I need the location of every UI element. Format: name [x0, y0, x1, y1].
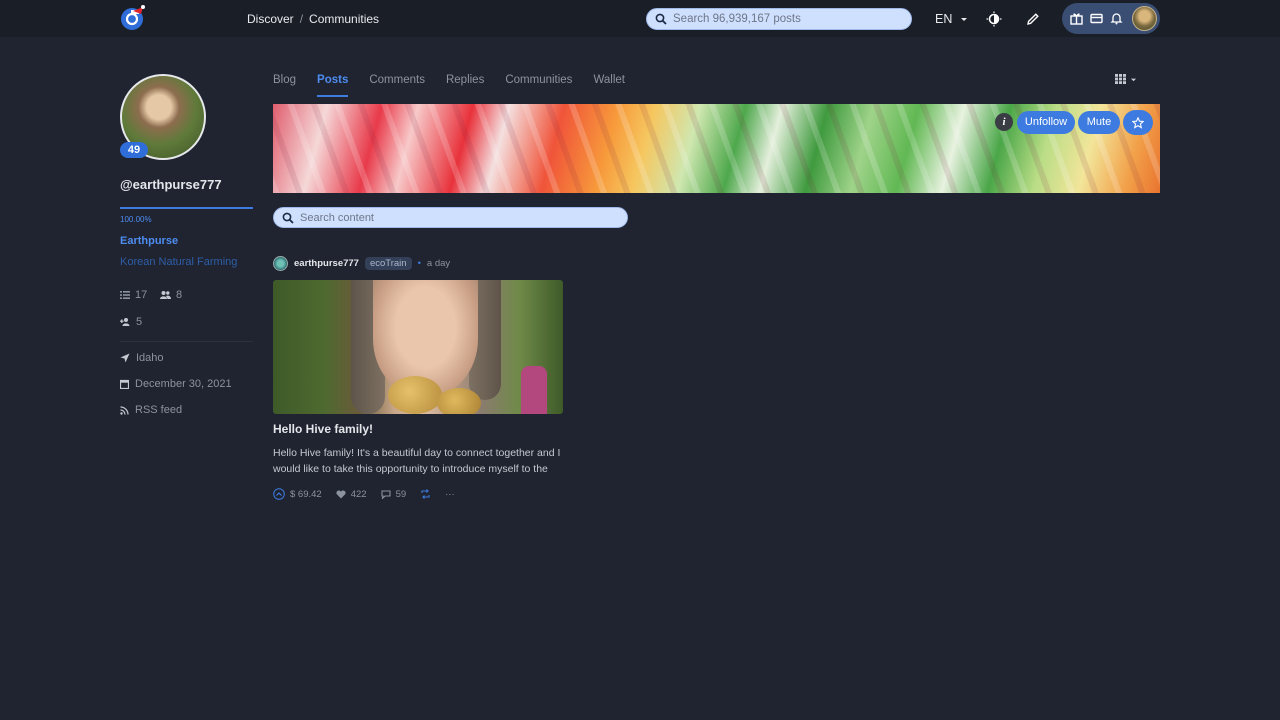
heart-icon: [336, 489, 346, 498]
profile-location: Idaho: [120, 352, 164, 364]
grid-icon: [1115, 74, 1126, 84]
comments-count: 59: [395, 488, 407, 500]
posts-count: 17: [135, 289, 148, 301]
following-stat[interactable]: 5: [120, 316, 142, 328]
breadcrumb-separator: /: [299, 12, 304, 26]
hive-logo-icon[interactable]: [119, 4, 147, 32]
separator-dot: •: [417, 258, 421, 269]
followers-count: 8: [176, 289, 183, 301]
global-search-box[interactable]: [646, 8, 912, 30]
list-icon: [120, 291, 130, 299]
voting-power-value: 100.00%: [120, 215, 152, 224]
top-bar: Discover / Communities EN: [0, 0, 1280, 37]
breadcrumb: Discover / Communities: [247, 12, 379, 26]
following-count: 5: [136, 316, 143, 328]
star-icon: [1132, 116, 1144, 129]
followers-stat[interactable]: 8: [160, 289, 182, 301]
favorite-button[interactable]: [1123, 110, 1153, 135]
gift-icon[interactable]: [1070, 12, 1083, 25]
tab-comments[interactable]: Comments: [369, 73, 425, 97]
search-icon: [282, 212, 294, 224]
post-thumbnail[interactable]: [273, 280, 563, 414]
post-title[interactable]: Hello Hive family!: [273, 422, 373, 436]
upvote-icon: [273, 488, 285, 500]
rss-label: RSS feed: [135, 404, 183, 416]
location-arrow-icon: [120, 353, 130, 363]
info-button[interactable]: i: [995, 113, 1013, 131]
thumbnail-detail: [388, 376, 442, 414]
post-community-tag[interactable]: ecoTrain: [364, 257, 412, 270]
breadcrumb-discover[interactable]: Discover: [247, 12, 294, 26]
tab-replies[interactable]: Replies: [446, 73, 484, 97]
profile-joined: December 30, 2021: [120, 378, 232, 390]
voting-power-bar: [120, 207, 253, 209]
bell-icon[interactable]: [1110, 12, 1123, 25]
posts-count-stat[interactable]: 17: [120, 289, 147, 301]
calendar-icon: [120, 379, 129, 389]
post-author[interactable]: earthpurse777: [294, 258, 359, 269]
profile-username: @earthpurse777: [120, 177, 222, 192]
content-search-box[interactable]: [273, 207, 628, 228]
post-payout[interactable]: $ 69.42: [290, 489, 322, 500]
search-icon: [655, 13, 667, 25]
rss-icon: [120, 405, 129, 415]
post-excerpt[interactable]: Hello Hive family! It's a beautiful day …: [273, 445, 565, 477]
pencil-icon[interactable]: [1025, 11, 1041, 27]
post-footer: $ 69.42 422 59 ···: [273, 488, 455, 500]
post-votes[interactable]: 422: [336, 489, 367, 500]
rss-feed-link[interactable]: RSS feed: [120, 404, 182, 416]
reputation-badge: 49: [120, 142, 148, 158]
post-header: earthpurse777 ecoTrain • a day: [273, 256, 450, 271]
followers-icon: [160, 291, 171, 299]
thumbnail-detail: [521, 366, 547, 414]
post-time[interactable]: a day: [427, 258, 450, 269]
joined-date: December 30, 2021: [135, 378, 232, 390]
post-comments[interactable]: 59: [381, 488, 407, 500]
votes-count: 422: [350, 488, 367, 500]
comment-icon: [381, 489, 391, 499]
tab-posts[interactable]: Posts: [317, 73, 349, 97]
content-search-input[interactable]: [300, 211, 620, 224]
global-search-input[interactable]: [673, 13, 903, 25]
unfollow-button[interactable]: Unfollow: [1017, 111, 1075, 134]
tab-blog[interactable]: Blog: [273, 73, 296, 97]
breadcrumb-communities[interactable]: Communities: [309, 12, 379, 26]
post-author-avatar[interactable]: [273, 256, 288, 271]
profile-about: Korean Natural Farming: [120, 256, 238, 268]
thumbnail-detail: [437, 388, 481, 414]
sidebar-divider: [120, 341, 253, 342]
location-text: Idaho: [136, 352, 164, 364]
wallet-icon[interactable]: [1090, 12, 1103, 25]
more-options-button[interactable]: ···: [445, 489, 455, 500]
following-icon: [120, 318, 130, 326]
user-menu-pill: [1062, 3, 1160, 34]
mute-button[interactable]: Mute: [1078, 111, 1120, 134]
upvote-button[interactable]: $ 69.42: [273, 488, 322, 500]
theme-toggle-icon[interactable]: [986, 11, 1002, 27]
language-selector[interactable]: EN: [935, 12, 968, 26]
tab-communities[interactable]: Communities: [505, 73, 572, 97]
tab-wallet[interactable]: Wallet: [593, 73, 625, 97]
profile-tabs: Blog Posts Comments Replies Communities …: [273, 73, 625, 97]
profile-display-name: Earthpurse: [120, 235, 179, 247]
language-label: EN: [935, 12, 953, 26]
view-mode-switch[interactable]: [1115, 74, 1137, 84]
chevron-down-icon: [961, 18, 968, 21]
user-avatar[interactable]: [1132, 6, 1157, 31]
chevron-down-icon: [1130, 78, 1137, 81]
reblog-icon[interactable]: [420, 489, 431, 499]
